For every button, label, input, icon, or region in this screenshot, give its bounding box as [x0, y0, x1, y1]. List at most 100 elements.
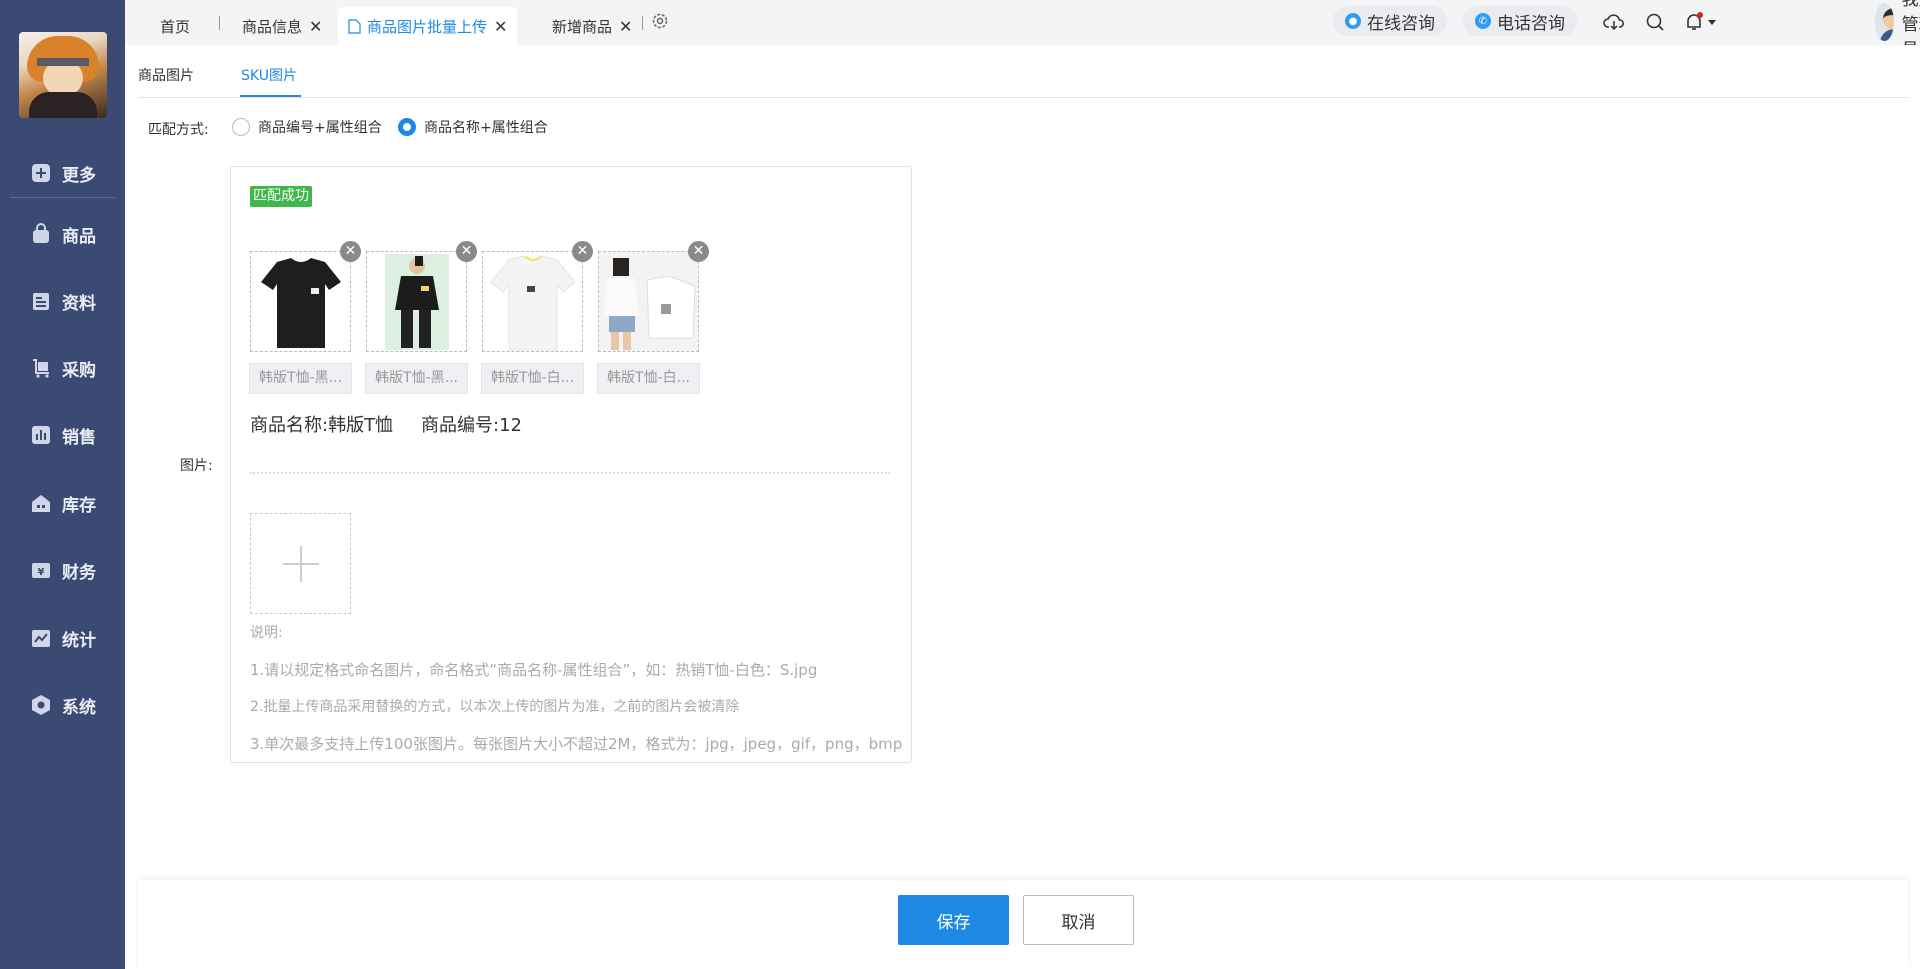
- active-tab-indicator: [240, 95, 301, 97]
- tab-product-info[interactable]: 商品信息 ✕: [242, 7, 322, 45]
- remove-image-button[interactable]: ✕: [456, 241, 477, 262]
- cart-icon: [30, 357, 52, 379]
- remove-image-button[interactable]: ✕: [688, 241, 709, 262]
- sidebar: 更多 商品 资料 采购 销售 库存 ¥ 财务 统计 系统: [0, 0, 125, 969]
- gear-icon[interactable]: [650, 11, 670, 31]
- sidebar-item-data[interactable]: 资料: [0, 281, 125, 321]
- image-thumbnail[interactable]: ✕: [366, 241, 477, 352]
- model-black-tshirt-image: [367, 252, 466, 351]
- phone-icon: ✆: [1475, 13, 1491, 29]
- tab-label: 首页: [160, 17, 191, 36]
- top-bar: 首页 商品信息 ✕ 商品图片批量上传 ✕ 新增商品 ✕ ● 在线咨询 ✆ 电话咨…: [125, 0, 1920, 60]
- tshirt-black-image: [251, 252, 350, 351]
- close-icon[interactable]: ✕: [619, 17, 632, 36]
- note-line: 2.批量上传商品采用替换的方式，以本次上传的图片为准，之前的图片会被清除: [250, 699, 740, 715]
- svg-text:¥: ¥: [38, 567, 45, 578]
- tshirt-white-image: [483, 252, 582, 351]
- image-caption: 韩版T恤-白...: [597, 363, 700, 394]
- action-footer: 保存 取消: [138, 880, 1908, 969]
- dotted-divider: [250, 472, 890, 474]
- main-content: 商品图片 SKU图片 匹配方式: 商品编号+属性组合 商品名称+属性组合 图片:…: [125, 45, 1920, 969]
- radio-match-code[interactable]: 商品编号+属性组合: [232, 117, 382, 137]
- image-thumbnail[interactable]: ✕: [250, 241, 361, 352]
- sidebar-item-label: 系统: [62, 697, 96, 718]
- bag-icon: [30, 223, 52, 245]
- warehouse-icon: [30, 492, 52, 514]
- image-caption: 韩版T恤-白...: [481, 363, 584, 394]
- tab-divider: [219, 16, 220, 30]
- chat-icon: ●: [1345, 13, 1361, 29]
- image-field-label: 图片:: [180, 458, 213, 474]
- image-thumbnail[interactable]: ✕: [598, 241, 709, 352]
- match-mode-label: 匹配方式:: [148, 122, 209, 138]
- sidebar-item-finance[interactable]: ¥ 财务: [0, 550, 125, 590]
- product-name: 商品名称:韩版T恤: [250, 415, 394, 436]
- sidebar-item-product[interactable]: 商品: [0, 214, 125, 254]
- image-thumbnail[interactable]: ✕: [482, 241, 593, 352]
- sidebar-item-label: 商品: [62, 226, 96, 247]
- notes-title: 说明:: [250, 625, 283, 641]
- tab-home[interactable]: 首页: [160, 7, 190, 45]
- sidebar-item-label: 资料: [62, 293, 96, 314]
- tab-label: 新增商品: [552, 17, 613, 36]
- avatar: [1875, 3, 1894, 41]
- sidebar-item-statistics[interactable]: 统计: [0, 618, 125, 658]
- sub-tabs: 商品图片 SKU图片: [138, 45, 1908, 98]
- document-icon: [348, 18, 361, 34]
- yen-icon: ¥: [30, 559, 52, 581]
- online-consult-label: 在线咨询: [1367, 13, 1435, 34]
- tab-batch-upload[interactable]: 商品图片批量上传 ✕: [338, 7, 518, 45]
- sidebar-item-purchase[interactable]: 采购: [0, 348, 125, 388]
- sidebar-item-more[interactable]: 更多: [0, 153, 125, 193]
- sidebar-item-label: 销售: [62, 427, 96, 448]
- close-icon[interactable]: ✕: [494, 17, 507, 36]
- save-button[interactable]: 保存: [898, 895, 1009, 945]
- nav-divider: [10, 197, 115, 198]
- plus-square-icon: [30, 162, 52, 184]
- note-line: 3.单次最多支持上传100张图片。每张图片大小不超过2M，格式为：jpg，jpe…: [250, 735, 903, 753]
- radio-circle-selected: [398, 118, 416, 136]
- sidebar-item-label: 财务: [62, 562, 96, 583]
- tab-product-images[interactable]: 商品图片: [138, 65, 194, 85]
- remove-image-button[interactable]: ✕: [572, 241, 593, 262]
- model-white-tshirt-image: [599, 252, 698, 351]
- search-icon[interactable]: [1643, 10, 1667, 34]
- cloud-download-icon[interactable]: [1602, 10, 1626, 34]
- sidebar-item-label: 更多: [62, 165, 96, 186]
- phone-consult-label: 电话咨询: [1497, 13, 1565, 34]
- sidebar-item-label: 统计: [62, 630, 96, 651]
- radio-label: 商品编号+属性组合: [258, 120, 382, 136]
- product-code: 商品编号:12: [421, 415, 522, 436]
- tab-label: 商品图片批量上传: [367, 17, 488, 36]
- bell-icon[interactable]: [1682, 10, 1706, 34]
- hexagon-settings-icon: [30, 694, 52, 716]
- radio-match-name[interactable]: 商品名称+属性组合: [398, 117, 548, 137]
- phone-consult-button[interactable]: ✆ 电话咨询: [1463, 6, 1577, 36]
- remove-image-button[interactable]: ✕: [340, 241, 361, 262]
- document-icon: [30, 290, 52, 312]
- radio-label: 商品名称+属性组合: [424, 120, 548, 136]
- tab-sku-images[interactable]: SKU图片: [241, 65, 297, 85]
- user-menu[interactable]: 我是管理员: [1875, 0, 1920, 60]
- upload-image-button[interactable]: [250, 513, 351, 614]
- note-line: 1.请以规定格式命名图片，命名格式“商品名称-属性组合”，如：热销T恤-白色：S…: [250, 661, 818, 679]
- image-caption: 韩版T恤-黑...: [365, 363, 468, 394]
- online-consult-button[interactable]: ● 在线咨询: [1333, 6, 1447, 36]
- cancel-button[interactable]: 取消: [1023, 895, 1134, 945]
- sidebar-item-label: 采购: [62, 360, 96, 381]
- bar-chart-icon: [30, 424, 52, 446]
- tab-label: 商品信息: [242, 17, 303, 36]
- logo-avatar: [19, 32, 107, 118]
- radio-circle: [232, 118, 250, 136]
- sidebar-item-label: 库存: [62, 495, 96, 516]
- tab-divider: [642, 16, 643, 30]
- image-caption: 韩版T恤-黑...: [249, 363, 352, 394]
- match-success-badge: 匹配成功: [250, 186, 312, 207]
- tab-new-product[interactable]: 新增商品 ✕: [552, 7, 632, 45]
- sidebar-item-inventory[interactable]: 库存: [0, 483, 125, 523]
- image-panel: 匹配成功 ✕ ✕ ✕ ✕ 韩版T恤-黑... 韩版T恤-黑... 韩版T恤-白.…: [230, 166, 912, 763]
- sidebar-item-system[interactable]: 系统: [0, 685, 125, 725]
- chevron-down-icon[interactable]: [1705, 10, 1719, 34]
- close-icon[interactable]: ✕: [309, 17, 322, 36]
- sidebar-item-sales[interactable]: 销售: [0, 415, 125, 455]
